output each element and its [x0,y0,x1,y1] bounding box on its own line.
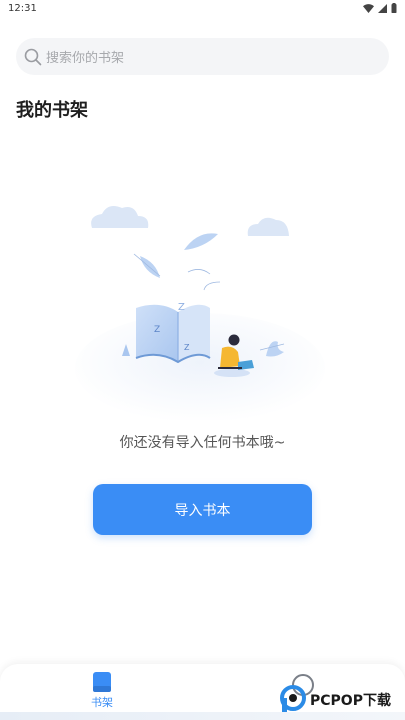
book-icon [93,672,111,692]
svg-text:Z: Z [184,343,190,352]
cloud-right-icon [247,217,289,236]
status-icons [363,3,397,13]
battery-icon [391,3,397,13]
signal-icon [378,3,387,13]
system-task-strip [0,712,405,720]
empty-shelf-illustration: Z Z Z [75,206,325,420]
open-book-icon: Z Z Z [135,302,211,364]
search-icon [24,48,42,65]
pcpop-logo-icon [280,685,306,713]
search-placeholder: 搜索你的书架 [46,51,125,66]
status-bar: 12:31 [0,0,405,16]
watermark-text: PCPOP下载 [310,693,391,709]
svg-text:Z: Z [178,302,185,313]
import-books-button[interactable]: 导入书本 [93,484,312,535]
page-title: 我的书架 [16,100,88,121]
tab-bookshelf-label: 书架 [91,696,113,709]
wifi-icon [363,3,374,13]
svg-text:Z: Z [154,325,160,335]
status-time: 12:31 [8,2,37,14]
search-bar[interactable]: 搜索你的书架 [16,38,389,75]
cloud-left-icon [91,206,149,228]
empty-state-message: 你还没有导入任何书本哦~ [119,435,286,451]
